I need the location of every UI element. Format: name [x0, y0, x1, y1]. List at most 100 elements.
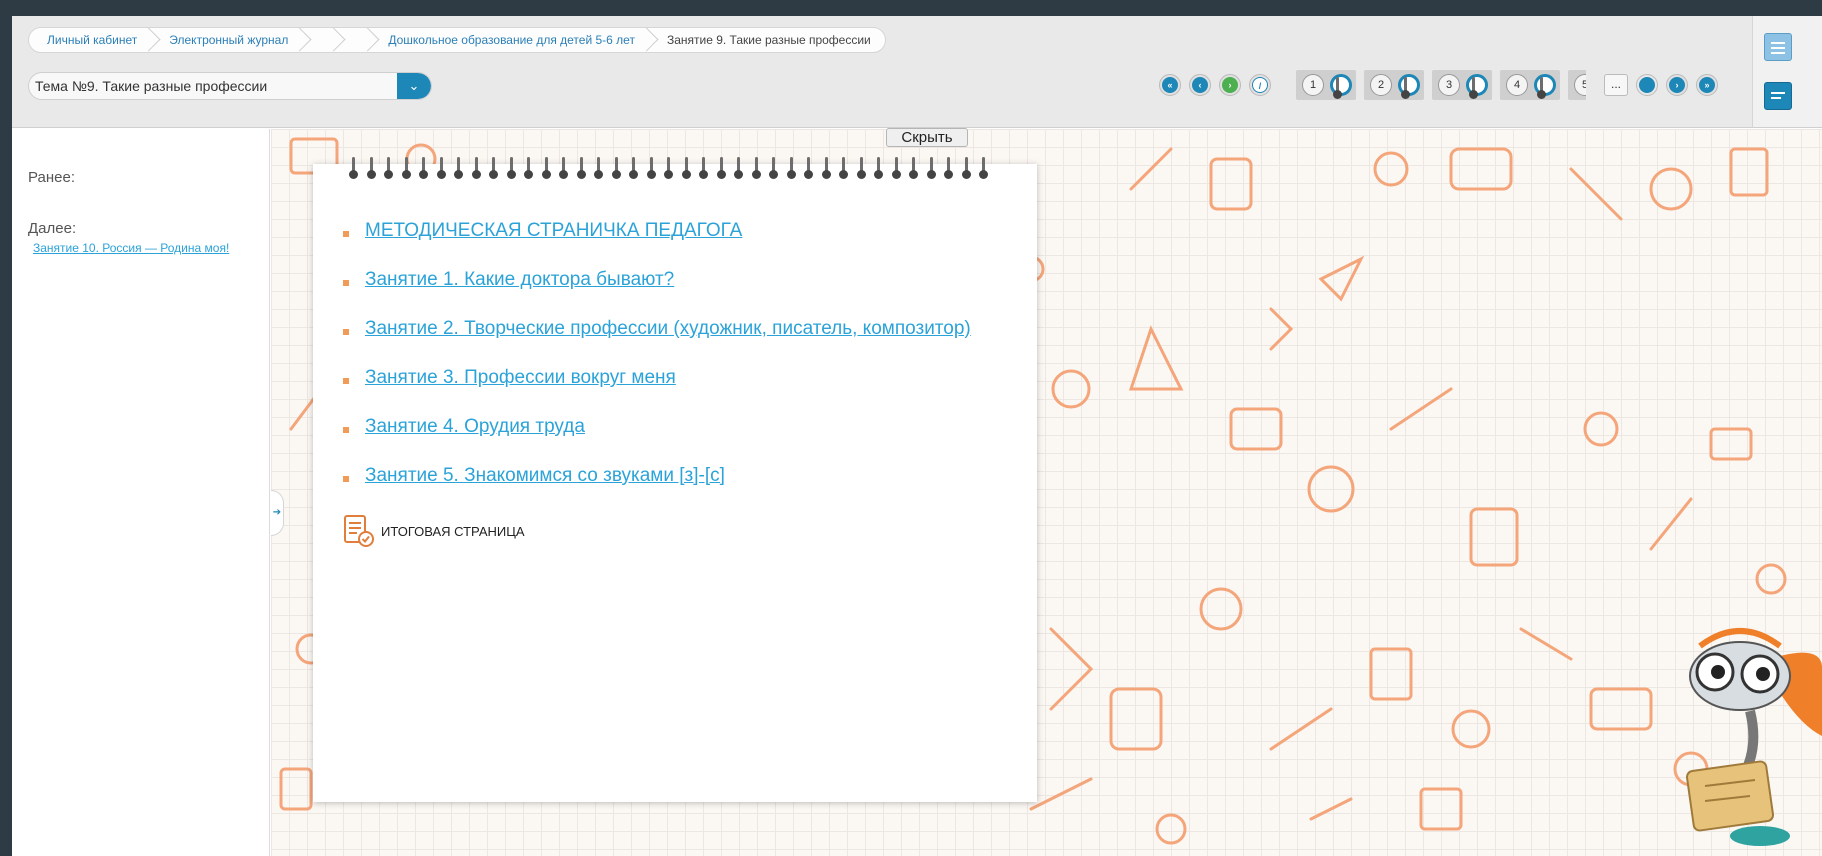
notebook-ring — [699, 157, 709, 179]
list-item: Занятие 1. Какие доктора бывают? — [343, 269, 971, 318]
notebook-ring — [576, 157, 587, 179]
edit-button[interactable]: / — [1249, 74, 1271, 96]
arrow-right-icon: ➔ — [272, 507, 282, 518]
breadcrumb-item-current: Занятие 9. Такие разные профессии — [666, 33, 871, 47]
notebook-ring — [979, 157, 989, 179]
next-label: Далее: — [28, 220, 77, 237]
notebook-ring — [401, 157, 412, 179]
notebook-ring — [716, 157, 727, 179]
page-status-icon — [1330, 74, 1352, 99]
notebook-ring — [419, 157, 429, 179]
page-number: 3 — [1438, 74, 1460, 96]
notebook-ring — [506, 157, 517, 179]
chat-bubble-icon — [1771, 97, 1781, 99]
notebook-ring — [594, 157, 604, 179]
first-page-button[interactable]: « — [1159, 74, 1181, 96]
more-pages-button[interactable]: ... — [1604, 74, 1628, 96]
list-item: Занятие 5. Знакомимся со звуками [з]-[с] — [343, 465, 971, 514]
next-page-button[interactable]: › — [1666, 74, 1688, 96]
window-top-strip — [0, 0, 1822, 16]
notebook-ring — [944, 157, 954, 179]
notebook-ring — [629, 157, 639, 179]
notebook-ring — [524, 157, 534, 179]
lesson-link-4[interactable]: Занятие 4. Орудия труда — [365, 416, 585, 437]
checked-document-icon — [344, 515, 374, 547]
notebook-ring — [471, 157, 482, 179]
page-number: 5 — [1574, 74, 1586, 96]
breadcrumb-item-course[interactable]: Дошкольное образование для детей 5-6 лет — [370, 28, 649, 52]
notebook-ring — [384, 157, 394, 179]
notebook-ring — [909, 157, 919, 179]
notebook-ring — [646, 157, 657, 179]
list-line-icon — [1771, 47, 1785, 49]
final-page-link[interactable]: ИТОГОВАЯ СТРАНИЦА — [343, 514, 525, 548]
topic-select-value: Тема №9. Такие разные профессии — [35, 78, 268, 94]
expand-sidebar-tab[interactable]: ➔ — [271, 490, 284, 536]
prev-page-button[interactable]: ‹ — [1189, 74, 1211, 96]
notebook-ring — [821, 157, 832, 179]
list-item: Занятие 2. Творческие профессии (художни… — [343, 318, 971, 367]
notebook-rings — [349, 157, 989, 179]
breadcrumb-item-journal[interactable]: Электронный журнал — [151, 28, 302, 52]
chevron-down-icon[interactable]: ⌄ — [397, 73, 431, 99]
play-button[interactable]: › — [1219, 74, 1241, 96]
notebook-ring — [366, 157, 377, 179]
lesson-link-2[interactable]: Занятие 2. Творческие профессии (художни… — [365, 318, 971, 339]
double-chevron-left-icon: « — [1162, 77, 1178, 93]
page-item[interactable]: 2 — [1364, 70, 1424, 100]
chat-bubble-icon — [1771, 92, 1785, 94]
notebook-ring — [926, 157, 937, 179]
list-item: Занятие 4. Орудия труда — [343, 416, 971, 465]
notebook-ring — [786, 157, 797, 179]
lesson-notebook: МЕТОДИЧЕСКАЯ СТРАНИЧКА ПЕДАГОГА Занятие … — [313, 157, 1037, 802]
breadcrumb: Личный кабинет Электронный журнал Дошкол… — [28, 27, 886, 53]
pen-icon: / — [1252, 77, 1268, 93]
notebook-ring — [489, 157, 499, 179]
topic-select[interactable]: Тема №9. Такие разные профессии ⌄ — [28, 72, 432, 100]
notebook-ring — [839, 157, 849, 179]
previous-label: Ранее: — [28, 169, 75, 186]
breadcrumb-item-cabinet[interactable]: Личный кабинет — [29, 28, 151, 52]
notebook-ring — [804, 157, 814, 179]
page-number: 4 — [1506, 74, 1528, 96]
notebook-ring — [681, 157, 692, 179]
page-strip: 1 2 3 4 5 — [1296, 70, 1586, 100]
page-status-icon — [1466, 74, 1488, 99]
lesson-link-methodology[interactable]: МЕТОДИЧЕСКАЯ СТРАНИЧКА ПЕДАГОГА — [365, 220, 742, 241]
notebook-ring — [856, 157, 867, 179]
page-item[interactable]: 5 — [1568, 70, 1586, 100]
lesson-link-1[interactable]: Занятие 1. Какие доктора бывают? — [365, 269, 674, 290]
lesson-link-5[interactable]: Занятие 5. Знакомимся со звуками [з]-[с] — [365, 465, 725, 486]
next-lesson-link[interactable]: Занятие 10. Россия — Родина моя! — [33, 241, 229, 255]
notebook-ring — [769, 157, 779, 179]
page-number: 1 — [1302, 74, 1324, 96]
notebook-ring — [541, 157, 552, 179]
page-status-icon — [1398, 74, 1420, 99]
double-chevron-right-icon: » — [1699, 77, 1715, 93]
leaf-icon: › — [1222, 77, 1238, 93]
chevron-left-icon: ‹ — [1192, 77, 1208, 93]
notebook-ring — [734, 157, 744, 179]
robot-mascot — [1685, 628, 1822, 846]
page-item[interactable]: 1 — [1296, 70, 1356, 100]
final-page-label: ИТОГОВАЯ СТРАНИЦА — [381, 523, 525, 539]
window-left-frame — [0, 16, 12, 856]
list-line-icon — [1771, 52, 1785, 54]
lesson-link-3[interactable]: Занятие 3. Профессии вокруг меня — [365, 367, 676, 388]
page-item[interactable]: 3 — [1432, 70, 1492, 100]
notebook-ring — [559, 157, 569, 179]
list-item: МЕТОДИЧЕСКАЯ СТРАНИЧКА ПЕДАГОГА — [343, 220, 971, 269]
document-list-button[interactable] — [1764, 33, 1792, 61]
notebook-ring — [436, 157, 447, 179]
page-item[interactable]: 4 — [1500, 70, 1560, 100]
notebook-ring — [454, 157, 464, 179]
lesson-sidebar: Ранее: Далее: Занятие 10. Россия — Родин… — [12, 129, 270, 856]
list-line-icon — [1771, 42, 1785, 44]
page-number: 2 — [1370, 74, 1392, 96]
notebook-ring — [874, 157, 884, 179]
last-page-button[interactable]: » — [1696, 74, 1718, 96]
current-page-indicator[interactable] — [1636, 74, 1658, 96]
chat-button[interactable] — [1764, 82, 1792, 110]
notebook-ring — [751, 157, 762, 179]
hide-button[interactable]: Скрыть — [886, 128, 968, 147]
